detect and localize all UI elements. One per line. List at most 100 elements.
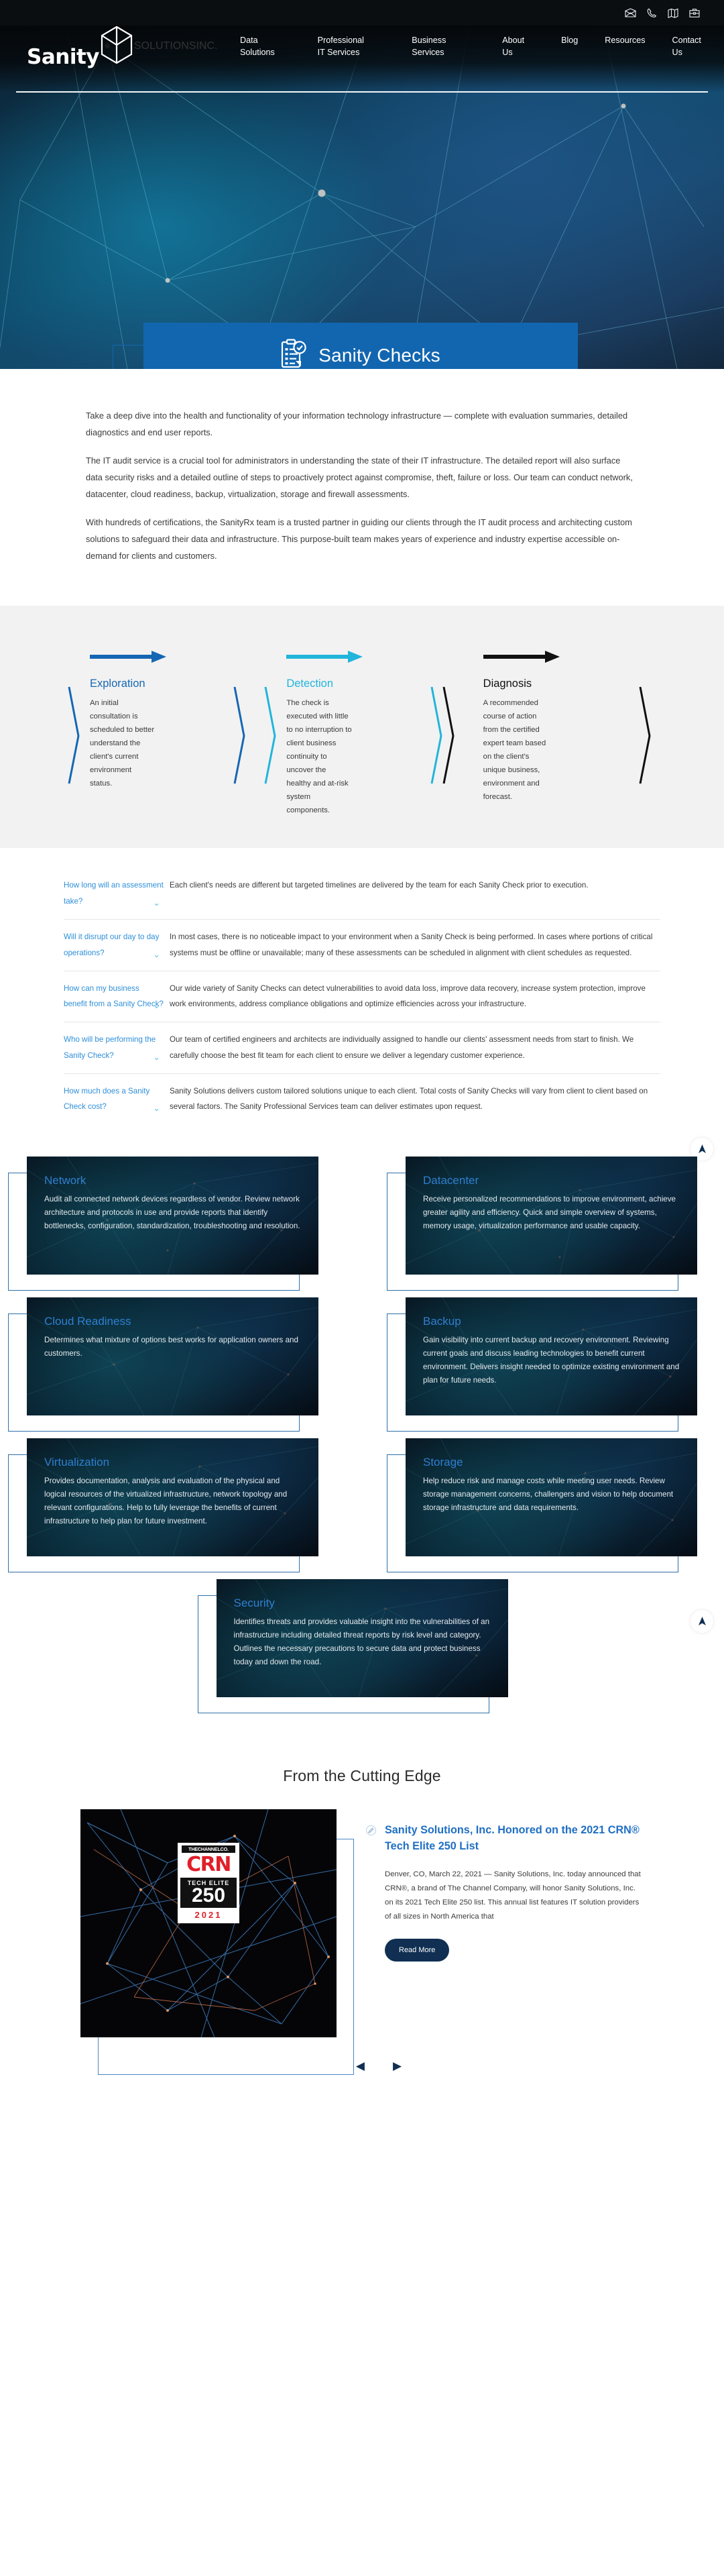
news-body: Sanity Solutions, Inc. Honored on the 20… (366, 1809, 644, 2037)
news-article-title[interactable]: Sanity Solutions, Inc. Honored on the 20… (366, 1823, 644, 1854)
service-card-datacenter[interactable]: Datacenter Receive personalized recommen… (387, 1157, 697, 1291)
card-title: Virtualization (44, 1456, 110, 1469)
card-body: Help reduce risk and manage costs while … (423, 1477, 674, 1512)
faq-item[interactable]: How long will an assessment take? ⌄ Each… (64, 868, 660, 920)
chevron-down-icon[interactable]: ⌄ (153, 898, 160, 907)
news-image-wrapper: THECHANNELCO. CRN TECH ELITE 250 2021 (80, 1809, 354, 2076)
process-section: Exploration An initial consultation is s… (0, 605, 724, 849)
process-step-diagnosis: Diagnosis A recommended course of action… (461, 650, 657, 818)
nav-item-resources[interactable]: Resources (591, 34, 658, 46)
card-title: Backup (423, 1315, 461, 1328)
card-row-4: Security Identifies threats and provides… (27, 1579, 697, 1714)
process-step-detection: Detection The check is executed with lit… (263, 650, 460, 818)
faq-question-text: How much does a Sanity Check cost? (64, 1086, 150, 1112)
logo[interactable]: Sanity SOLUTIONS INC. (27, 25, 217, 69)
scroll-to-top-button[interactable] (690, 1610, 713, 1633)
faq-question[interactable]: Who will be performing the Sanity Check?… (64, 1032, 170, 1064)
chevron-divider-icon (263, 685, 278, 789)
card-title: Datacenter (423, 1174, 479, 1187)
utility-topbar (0, 0, 724, 25)
card-body: Gain visibility into current backup and … (423, 1336, 680, 1385)
service-card-network[interactable]: Network Audit all connected network devi… (8, 1157, 318, 1291)
nav-item-business-services[interactable]: Business Services (398, 34, 489, 59)
arrow-right-icon (90, 650, 263, 667)
hero-banner: Sanity Checks (143, 323, 578, 369)
chevron-divider-icon (442, 685, 457, 789)
service-card-security[interactable]: Security Identifies threats and provides… (197, 1579, 508, 1714)
news-section: From the Cutting Edge THECHANNELCO. CRN … (0, 1747, 724, 2112)
arrow-up-icon (698, 1144, 706, 1154)
process-step-exploration: Exploration An initial consultation is s… (67, 650, 263, 818)
badge-number: 250 (191, 1884, 226, 1907)
service-card-cloud-readiness[interactable]: Cloud Readiness Determines what mixture … (8, 1297, 318, 1432)
service-card-backup[interactable]: Backup Gain visibility into current back… (387, 1297, 697, 1432)
intro-section: Take a deep dive into the health and fun… (0, 369, 724, 606)
faq-answer: In most cases, there is no noticeable im… (170, 932, 653, 957)
arrow-right-icon (286, 650, 460, 667)
intro-paragraph-3: With hundreds of certifications, the San… (86, 517, 632, 561)
faq-item[interactable]: How can my business benefit from a Sanit… (64, 971, 660, 1023)
carousel-prev-button[interactable]: ◀ (356, 2060, 365, 2072)
main-navbar: Sanity SOLUTIONS INC. Data Solutions Pro… (0, 25, 724, 67)
badge-crn-logo: CRN (186, 1853, 231, 1877)
chevron-divider-icon (233, 685, 247, 789)
news-image[interactable]: THECHANNELCO. CRN TECH ELITE 250 2021 (80, 1809, 337, 2038)
card-row-3: Virtualization Provides documentation, a… (8, 1438, 697, 1573)
logo-cube-icon (99, 25, 134, 68)
nav-item-data-solutions[interactable]: Data Solutions (227, 34, 304, 59)
chevron-divider-icon (638, 685, 653, 789)
nav-item-about-us[interactable]: About Us (489, 34, 548, 59)
faq-question[interactable]: How can my business benefit from a Sanit… (64, 981, 170, 1013)
faq-answer: Our team of certified engineers and arch… (170, 1035, 634, 1060)
card-body: Receive personalized recommendations to … (423, 1195, 676, 1230)
carousel-next-button[interactable]: ▶ (393, 2060, 402, 2072)
card-title: Security (233, 1597, 275, 1610)
nav-links: Data Solutions Professional IT Services … (227, 34, 724, 59)
nav-item-blog[interactable]: Blog (548, 34, 591, 46)
card-row-1: Network Audit all connected network devi… (8, 1157, 697, 1291)
process-body-diagnosis: A recommended course of action from the … (483, 698, 546, 802)
card-row-2: Cloud Readiness Determines what mixture … (8, 1297, 697, 1432)
chevron-down-icon[interactable]: ⌄ (153, 1053, 160, 1061)
chevron-down-icon[interactable]: ⌄ (153, 1001, 160, 1010)
card-title: Cloud Readiness (44, 1315, 131, 1328)
process-body-detection: The check is executed with little to no … (286, 698, 352, 815)
nav-item-contact-us[interactable]: Contact Us (659, 34, 724, 59)
nav-divider (16, 91, 708, 93)
faq-answer: Our wide variety of Sanity Checks can de… (170, 983, 646, 1009)
arrow-right-icon (483, 650, 657, 667)
faq-question[interactable]: How much does a Sanity Check cost? ⌄ (64, 1083, 170, 1116)
service-cards-section: Network Audit all connected network devi… (0, 1138, 724, 1747)
faq-item[interactable]: Who will be performing the Sanity Check?… (64, 1022, 660, 1074)
nav-item-professional-it-services[interactable]: Professional IT Services (304, 34, 377, 59)
intro-paragraph-2: The IT audit service is a crucial tool f… (86, 455, 633, 499)
briefcase-icon[interactable] (689, 8, 700, 18)
page-bottom-whitespace (0, 2112, 724, 2548)
faq-item[interactable]: How much does a Sanity Check cost? ⌄ San… (64, 1074, 660, 1125)
mail-icon[interactable] (625, 8, 636, 17)
faq-item[interactable]: Will it disrupt our day to day operation… (64, 920, 660, 971)
logo-wordmark: Sanity (27, 44, 99, 69)
chevron-divider-icon (67, 685, 82, 789)
service-card-virtualization[interactable]: Virtualization Provides documentation, a… (8, 1438, 318, 1573)
phone-icon[interactable] (647, 8, 657, 18)
news-heading: From the Cutting Edge (283, 1767, 441, 1785)
process-body-exploration: An initial consultation is scheduled to … (90, 698, 155, 788)
read-more-button[interactable]: Read More (385, 1939, 450, 1962)
card-body: Determines what mixture of options best … (44, 1336, 298, 1358)
faq-question[interactable]: Will it disrupt our day to day operation… (64, 929, 170, 961)
card-body: Identifies threats and provides valuable… (233, 1617, 490, 1666)
map-icon[interactable] (668, 8, 678, 18)
faq-question-text: Will it disrupt our day to day operation… (64, 932, 160, 957)
chevron-down-icon[interactable]: ⌄ (153, 1104, 160, 1112)
card-body: Provides documentation, analysis and eva… (44, 1477, 288, 1525)
faq-question[interactable]: How long will an assessment take? ⌄ (64, 877, 170, 910)
faq-section: How long will an assessment take? ⌄ Each… (0, 848, 724, 1147)
hero-title: Sanity Checks (318, 344, 440, 366)
card-title: Storage (423, 1456, 463, 1469)
chevron-down-icon[interactable]: ⌄ (153, 950, 160, 959)
faq-answer: Sanity Solutions delivers custom tailore… (170, 1086, 648, 1112)
card-body: Audit all connected network devices rega… (44, 1195, 300, 1230)
service-card-storage[interactable]: Storage Help reduce risk and manage cost… (387, 1438, 697, 1573)
faq-question-text: How can my business benefit from a Sanit… (64, 983, 164, 1009)
